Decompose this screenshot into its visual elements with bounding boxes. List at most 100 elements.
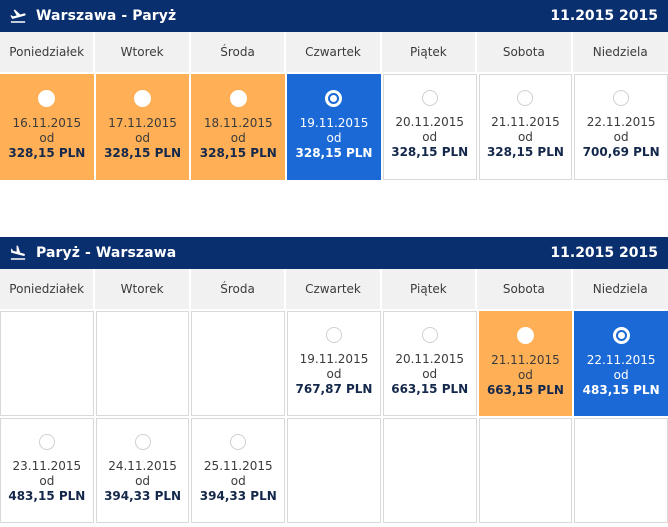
cell-date: 18.11.2015	[203, 116, 273, 130]
empty-day-cell	[287, 418, 381, 523]
outbound-calendar: Warszawa - Paryż 11.2015 2015 Poniedział…	[0, 0, 668, 180]
day-cell[interactable]: 23.11.2015 od 483,15 PLN	[0, 418, 94, 523]
cell-price: 328,15 PLN	[295, 146, 373, 160]
empty-day-cell	[478, 418, 573, 523]
weekday-label: Środa	[191, 32, 287, 72]
cell-from-label: od	[613, 368, 629, 382]
day-cell-selected[interactable]: 22.11.2015 od 483,15 PLN	[574, 311, 668, 416]
cell-from-label: od	[135, 131, 151, 145]
cell-price: 767,87 PLN	[295, 382, 373, 396]
day-cell[interactable]: 21.11.2015 od 663,15 PLN	[478, 311, 573, 416]
cell-from-label: od	[326, 367, 342, 381]
radio-button[interactable]	[421, 90, 438, 106]
cell-from-label: od	[326, 131, 342, 145]
weekday-label: Poniedziałek	[0, 269, 96, 309]
cell-date: 22.11.2015	[586, 353, 656, 367]
empty-day-cell	[0, 311, 94, 416]
plane-landing-icon	[8, 243, 28, 263]
plane-takeoff-icon	[8, 6, 28, 26]
cell-date: 20.11.2015	[395, 115, 465, 129]
cell-price: 663,15 PLN	[391, 382, 469, 396]
day-cell[interactable]: 21.11.2015 od 328,15 PLN	[478, 74, 573, 180]
cell-date: 17.11.2015	[108, 116, 177, 130]
day-cell[interactable]: 20.11.2015 od 328,15 PLN	[382, 74, 477, 180]
empty-day-cell	[382, 418, 477, 523]
weekday-label: Poniedziałek	[0, 32, 96, 72]
cell-price: 328,15 PLN	[391, 145, 469, 159]
month-label: 11.2015 2015	[550, 8, 658, 24]
weekday-label: Piątek	[382, 269, 478, 309]
outbound-day-grid: 16.11.2015 od 328,15 PLN 17.11.2015 od 3…	[0, 72, 668, 180]
radio-button[interactable]	[230, 434, 247, 450]
route-title: Paryż - Warszawa	[36, 245, 177, 261]
weekday-label: Czwartek	[286, 269, 382, 309]
cell-date: 22.11.2015	[586, 115, 656, 129]
day-cell[interactable]: 16.11.2015 od 328,15 PLN	[0, 74, 94, 180]
weekday-label: Środa	[191, 269, 287, 309]
cell-price: 394,33 PLN	[104, 489, 182, 503]
day-cell[interactable]: 24.11.2015 od 394,33 PLN	[95, 418, 190, 523]
radio-button[interactable]	[613, 90, 630, 106]
cell-price: 328,15 PLN	[486, 145, 564, 159]
outbound-header: Warszawa - Paryż 11.2015 2015	[0, 0, 668, 32]
radio-button[interactable]	[421, 327, 438, 343]
cell-price: 328,15 PLN	[8, 146, 86, 160]
cell-price: 700,69 PLN	[582, 145, 660, 159]
month-label: 11.2015 2015	[550, 245, 658, 261]
return-calendar: Paryż - Warszawa 11.2015 2015 Poniedział…	[0, 237, 668, 523]
radio-button[interactable]	[134, 434, 151, 450]
weekday-header: Poniedziałek Wtorek Środa Czwartek Piąte…	[0, 32, 668, 72]
cell-from-label: od	[422, 130, 438, 144]
cell-price: 483,15 PLN	[582, 383, 660, 397]
cell-date: 16.11.2015	[12, 116, 82, 130]
cell-date: 25.11.2015	[203, 459, 273, 473]
weekday-label: Wtorek	[95, 32, 191, 72]
day-cell[interactable]: 25.11.2015 od 394,33 PLN	[191, 418, 286, 523]
return-day-grid: 19.11.2015 od 767,87 PLN 20.11.2015 od 6…	[0, 309, 668, 523]
cell-date: 19.11.2015	[299, 352, 369, 366]
cell-from-label: od	[39, 131, 55, 145]
empty-day-cell	[191, 311, 286, 416]
radio-button[interactable]	[38, 90, 56, 107]
return-header: Paryż - Warszawa 11.2015 2015	[0, 237, 668, 269]
cell-price: 328,15 PLN	[104, 146, 182, 160]
radio-button[interactable]	[229, 90, 247, 107]
cell-date: 23.11.2015	[12, 459, 82, 473]
cell-from-label: od	[230, 131, 246, 145]
cell-price: 394,33 PLN	[199, 489, 277, 503]
weekday-label: Czwartek	[286, 32, 382, 72]
radio-button[interactable]	[325, 327, 342, 343]
weekday-label: Wtorek	[95, 269, 191, 309]
weekday-label: Niedziela	[592, 45, 648, 59]
cell-from-label: od	[422, 367, 438, 381]
radio-button[interactable]	[516, 327, 534, 344]
radio-button-selected[interactable]	[325, 90, 343, 107]
radio-button-selected[interactable]	[612, 327, 630, 344]
cell-from-label: od	[517, 130, 533, 144]
cell-date: 19.11.2015	[299, 116, 369, 130]
day-cell-selected[interactable]: 19.11.2015 od 328,15 PLN	[287, 74, 381, 180]
cell-price: 483,15 PLN	[8, 489, 86, 503]
radio-button[interactable]	[38, 434, 55, 450]
weekday-header: Poniedziałek Wtorek Środa Czwartek Piąte…	[0, 269, 668, 309]
cell-from-label: od	[39, 474, 55, 488]
day-cell[interactable]: 22.11.2015 od 700,69 PLN	[574, 74, 668, 180]
weekday-label: Piątek	[382, 32, 478, 72]
radio-button[interactable]	[517, 90, 534, 106]
day-cell[interactable]: 17.11.2015 od 328,15 PLN	[95, 74, 190, 180]
cell-from-label: od	[135, 474, 151, 488]
weekday-label: Niedziela	[592, 282, 648, 296]
day-cell[interactable]: 18.11.2015 od 328,15 PLN	[191, 74, 286, 180]
cell-date: 20.11.2015	[395, 352, 465, 366]
empty-day-cell	[95, 311, 190, 416]
cell-from-label: od	[613, 130, 629, 144]
radio-button[interactable]	[134, 90, 152, 107]
day-cell[interactable]: 20.11.2015 od 663,15 PLN	[382, 311, 477, 416]
route-title: Warszawa - Paryż	[36, 8, 177, 24]
cell-date: 24.11.2015	[108, 459, 177, 473]
cell-price: 328,15 PLN	[199, 146, 277, 160]
cell-date: 21.11.2015	[491, 115, 560, 129]
cell-price: 663,15 PLN	[486, 383, 564, 397]
day-cell[interactable]: 19.11.2015 od 767,87 PLN	[287, 311, 381, 416]
cell-from-label: od	[517, 368, 533, 382]
